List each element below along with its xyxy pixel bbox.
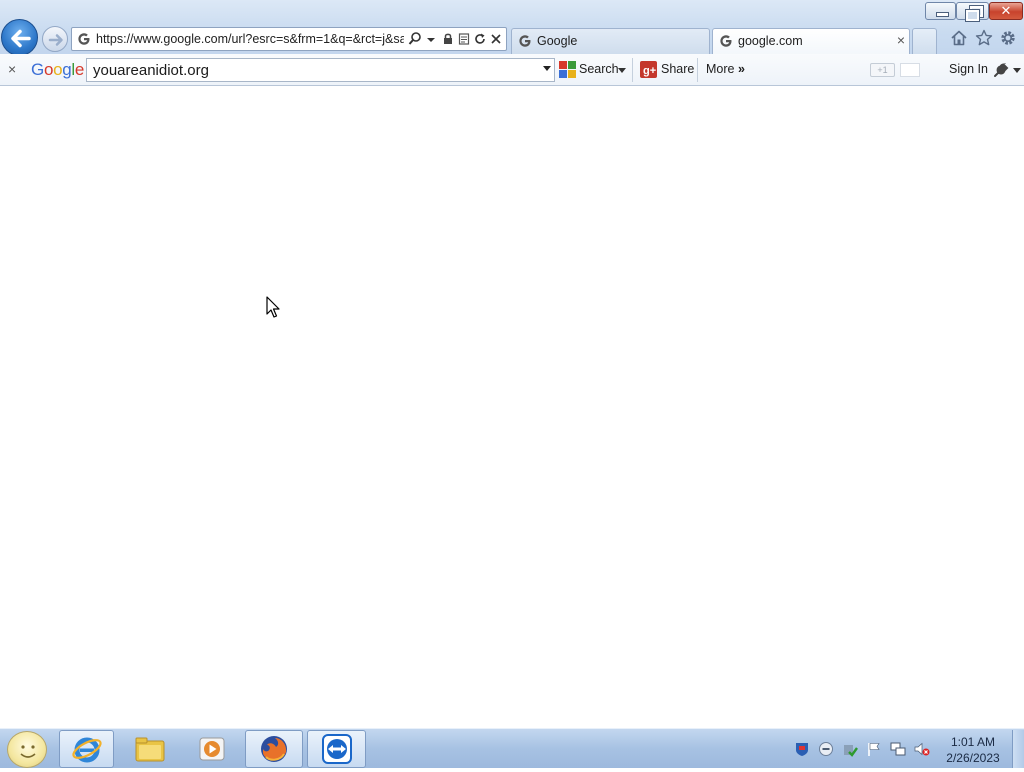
action-center-flag-icon[interactable] <box>866 741 882 757</box>
taskbar-internet-explorer[interactable] <box>59 730 114 768</box>
taskbar: 1:01 AM 2/26/2023 <box>0 728 1024 768</box>
double-chevron-icon: » <box>737 62 745 76</box>
clock-date: 2/26/2023 <box>946 751 1000 765</box>
taskbar-media-player[interactable] <box>184 730 240 768</box>
lock-icon[interactable] <box>441 31 455 47</box>
minus-circle-tray-icon[interactable] <box>818 741 834 757</box>
page-content[interactable] <box>0 86 1024 728</box>
share-button[interactable]: Share <box>661 62 694 76</box>
show-desktop-button[interactable] <box>1012 730 1024 768</box>
logo-letter: e <box>74 60 85 79</box>
address-url-text[interactable]: https://www.google.com/url?esrc=s&frm=1&… <box>96 32 404 46</box>
more-label: More <box>706 62 735 76</box>
refresh-icon[interactable] <box>473 31 487 47</box>
plus-one-count <box>900 63 920 77</box>
dropdown-arrow-icon[interactable] <box>424 31 438 47</box>
back-arrow-icon <box>11 29 31 48</box>
clock-time: 1:01 AM <box>950 735 996 749</box>
google-favicon-icon <box>78 33 90 45</box>
taskbar-windows-explorer[interactable] <box>122 730 178 768</box>
media-player-icon <box>199 737 225 761</box>
start-button[interactable] <box>7 731 47 768</box>
new-tab-button[interactable] <box>912 28 937 54</box>
compatibility-view-icon[interactable] <box>457 31 471 47</box>
close-window-button[interactable]: ✕ <box>989 2 1023 20</box>
system-clock[interactable]: 1:01 AM 2/26/2023 <box>940 734 1006 766</box>
firefox-icon <box>261 736 287 762</box>
close-icon: ✕ <box>1000 3 1012 18</box>
forward-button[interactable] <box>42 26 68 52</box>
back-button[interactable] <box>1 19 38 56</box>
logo-letter: o <box>43 60 54 79</box>
svg-text:g+: g+ <box>643 65 656 77</box>
gear-icon[interactable] <box>998 28 1018 48</box>
google-plus-share-icon[interactable]: g+ <box>640 61 657 78</box>
logo-letter: o <box>53 60 63 79</box>
home-icon[interactable] <box>949 28 969 48</box>
teamviewer-icon <box>321 734 352 764</box>
tab-google-com[interactable]: google.com × <box>712 28 910 55</box>
logo-letter: G <box>31 60 44 79</box>
google-favicon-icon <box>720 35 732 47</box>
minimize-button[interactable] <box>925 2 956 20</box>
chevron-down-icon[interactable] <box>618 68 626 73</box>
more-button[interactable]: More » <box>706 62 745 76</box>
tab-label: google.com <box>738 34 803 48</box>
google-logo: Google <box>31 60 84 80</box>
folder-icon <box>135 737 165 762</box>
address-bar[interactable]: https://www.google.com/url?esrc=s&frm=1&… <box>71 27 507 51</box>
internet-explorer-icon <box>71 737 102 763</box>
close-toolbar-icon[interactable]: × <box>8 61 16 77</box>
search-button[interactable]: Search <box>579 62 619 76</box>
star-icon[interactable] <box>974 28 994 48</box>
google-favicon-icon <box>519 35 531 47</box>
toolbar-divider <box>632 58 633 82</box>
forward-arrow-icon <box>48 34 63 46</box>
network-tray-icon[interactable] <box>890 741 906 757</box>
google-search-icon[interactable] <box>559 61 576 78</box>
browser-titlebar: ✕ https://www.google.com/url?esrc=s&frm=… <box>0 0 1024 56</box>
stop-icon[interactable] <box>489 31 503 47</box>
restore-button[interactable] <box>956 2 989 22</box>
toolbar-divider <box>697 58 698 82</box>
search-input-value[interactable]: youareanidiot.org <box>93 62 209 79</box>
wrench-icon[interactable] <box>993 62 1009 78</box>
close-tab-icon[interactable]: × <box>897 32 905 48</box>
antivirus-tray-icon[interactable] <box>842 741 858 757</box>
google-toolbar: × Google youareanidiot.org Search g+ Sha… <box>0 54 1024 86</box>
smiley-start-icon <box>20 745 36 758</box>
taskbar-teamviewer[interactable] <box>307 730 366 768</box>
security-shield-tray-icon[interactable] <box>794 741 810 757</box>
tab-label: Google <box>537 34 578 48</box>
dropdown-arrow-icon[interactable] <box>543 66 551 71</box>
taskbar-firefox[interactable] <box>245 730 303 768</box>
tab-google[interactable]: Google <box>511 28 710 54</box>
toolbar-search-input[interactable]: youareanidiot.org <box>86 58 555 82</box>
plus-one-button[interactable]: +1 <box>870 63 895 77</box>
search-icon[interactable] <box>408 31 422 47</box>
volume-muted-tray-icon[interactable] <box>914 741 930 757</box>
mouse-cursor-icon <box>266 296 280 318</box>
sign-in-button[interactable]: Sign In <box>949 62 988 76</box>
chevron-down-icon[interactable] <box>1013 68 1021 73</box>
